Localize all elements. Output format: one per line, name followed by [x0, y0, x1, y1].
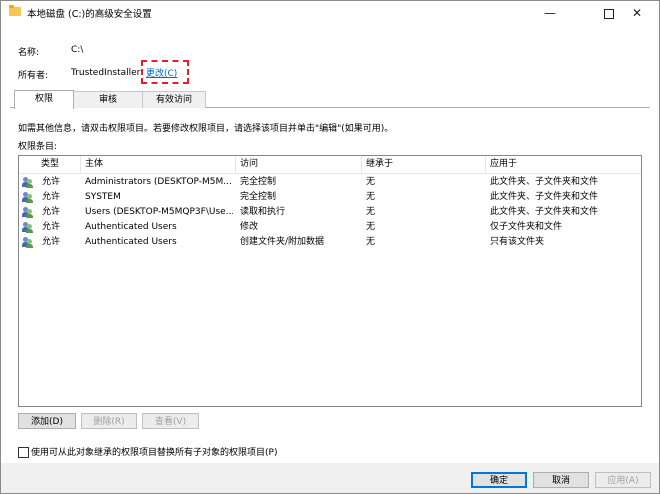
cell-inherited: 无	[366, 177, 376, 187]
cell-access: 创建文件夹/附加数据	[240, 237, 325, 247]
ok-button[interactable]: 确定	[471, 472, 527, 488]
cell-inherited: 无	[366, 192, 376, 202]
apply-button[interactable]: 应用(A)	[595, 472, 651, 488]
list-header: 类型 主体 访问 继承于 应用于	[19, 156, 641, 174]
cell-principal: Administrators (DESKTOP-M5M...	[85, 177, 232, 187]
cell-principal: SYSTEM	[85, 192, 121, 202]
replace-child-permissions-checkbox[interactable]	[18, 447, 29, 458]
title-bar: 本地磁盘 (C:)的高级安全设置 — ✕	[1, 1, 659, 25]
tab-effective-access[interactable]: 有效访问	[142, 91, 206, 108]
tab-auditing[interactable]: 审核	[72, 91, 144, 108]
tab-permissions[interactable]: 权限	[14, 90, 74, 109]
cell-access: 完全控制	[240, 192, 277, 202]
table-row[interactable]: 允许 SYSTEM 完全控制 无 此文件夹、子文件夹和文件	[19, 190, 641, 205]
remove-button[interactable]: 删除(R)	[81, 413, 137, 429]
minimize-button[interactable]: —	[528, 1, 572, 25]
add-button[interactable]: 添加(D)	[18, 413, 76, 429]
table-row[interactable]: 允许 Authenticated Users 修改 无 仅子文件夹和文件	[19, 220, 641, 235]
cell-access: 读取和执行	[240, 207, 286, 217]
change-link-highlight	[141, 60, 189, 84]
cell-applies: 此文件夹、子文件夹和文件	[490, 192, 599, 202]
column-access[interactable]: 访问	[236, 156, 362, 173]
user-group-icon	[22, 207, 33, 218]
cell-applies: 仅子文件夹和文件	[490, 222, 563, 232]
cell-principal: Authenticated Users	[85, 222, 177, 232]
user-group-icon	[22, 192, 33, 203]
cancel-button[interactable]: 取消	[533, 472, 589, 488]
column-applies-to[interactable]: 应用于	[486, 156, 641, 173]
cell-access: 修改	[240, 222, 259, 232]
cell-type: 允许	[42, 177, 61, 187]
replace-child-permissions-label[interactable]: 使用可从此对象继承的权限项目替换所有子对象的权限项目(P)	[31, 445, 277, 458]
permission-entries-label: 权限条目:	[18, 142, 58, 152]
cell-inherited: 无	[366, 207, 376, 217]
cell-access: 完全控制	[240, 177, 277, 187]
user-group-icon	[22, 222, 33, 233]
advanced-security-window: 本地磁盘 (C:)的高级安全设置 — ✕ 名称: C:\ 所有者: Truste…	[0, 0, 660, 494]
cell-type: 允许	[42, 207, 61, 217]
column-type[interactable]: 类型	[37, 156, 81, 173]
cell-applies: 此文件夹、子文件夹和文件	[490, 207, 599, 217]
table-row[interactable]: 允许 Administrators (DESKTOP-M5M... 完全控制 无…	[19, 175, 641, 190]
close-button[interactable]: ✕	[615, 1, 659, 25]
table-row[interactable]: 允许 Users (DESKTOP-M5MQP3F\Use... 读取和执行 无…	[19, 205, 641, 220]
owner-label: 所有者:	[18, 71, 49, 81]
column-principal[interactable]: 主体	[81, 156, 236, 173]
view-button[interactable]: 查看(V)	[142, 413, 199, 429]
user-group-icon	[22, 237, 33, 248]
cell-inherited: 无	[366, 222, 376, 232]
cell-applies: 只有该文件夹	[490, 237, 545, 247]
owner-value: TrustedInstaller	[71, 68, 141, 78]
cell-type: 允许	[42, 237, 61, 247]
cell-type: 允许	[42, 192, 61, 202]
name-label: 名称:	[18, 48, 40, 58]
window-title: 本地磁盘 (C:)的高级安全设置	[27, 9, 152, 20]
cell-inherited: 无	[366, 237, 376, 247]
folder-icon	[9, 5, 21, 16]
user-group-icon	[22, 177, 33, 188]
cell-principal: Authenticated Users	[85, 237, 177, 247]
permission-entries-list[interactable]: 类型 主体 访问 继承于 应用于 允许 Administrators (DESK…	[18, 155, 642, 407]
permissions-hint: 如需其他信息，请双击权限项目。若要修改权限项目，请选择该项目并单击"编辑"(如果…	[18, 124, 394, 134]
maximize-icon	[604, 8, 614, 19]
cell-applies: 此文件夹、子文件夹和文件	[490, 177, 599, 187]
cell-principal: Users (DESKTOP-M5MQP3F\Use...	[85, 207, 233, 217]
table-row[interactable]: 允许 Authenticated Users 创建文件夹/附加数据 无 只有该文…	[19, 235, 641, 250]
column-inherited-from[interactable]: 继承于	[362, 156, 486, 173]
dialog-footer: 确定 取消 应用(A)	[1, 463, 659, 493]
cell-type: 允许	[42, 222, 61, 232]
name-value: C:\	[71, 45, 84, 55]
